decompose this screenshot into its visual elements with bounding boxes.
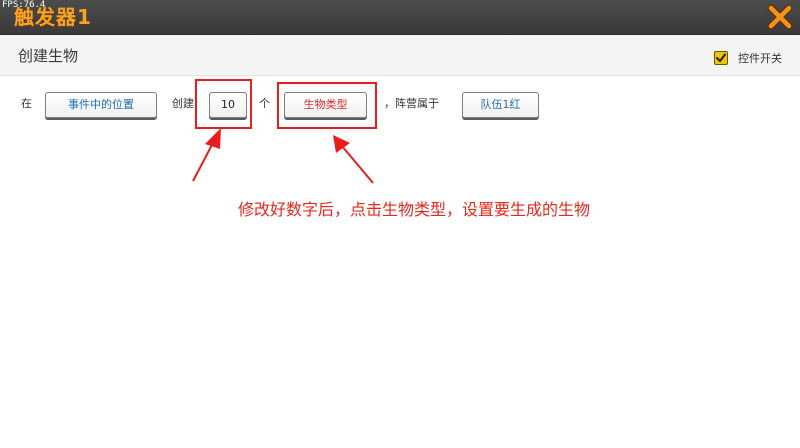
- arrow-to-creature-type: [333, 135, 374, 184]
- instruction-text: 修改好数字后，点击生物类型，设置要生成的生物: [238, 200, 591, 219]
- arrow-to-count: [192, 128, 221, 182]
- annotation-arrows: [192, 128, 374, 184]
